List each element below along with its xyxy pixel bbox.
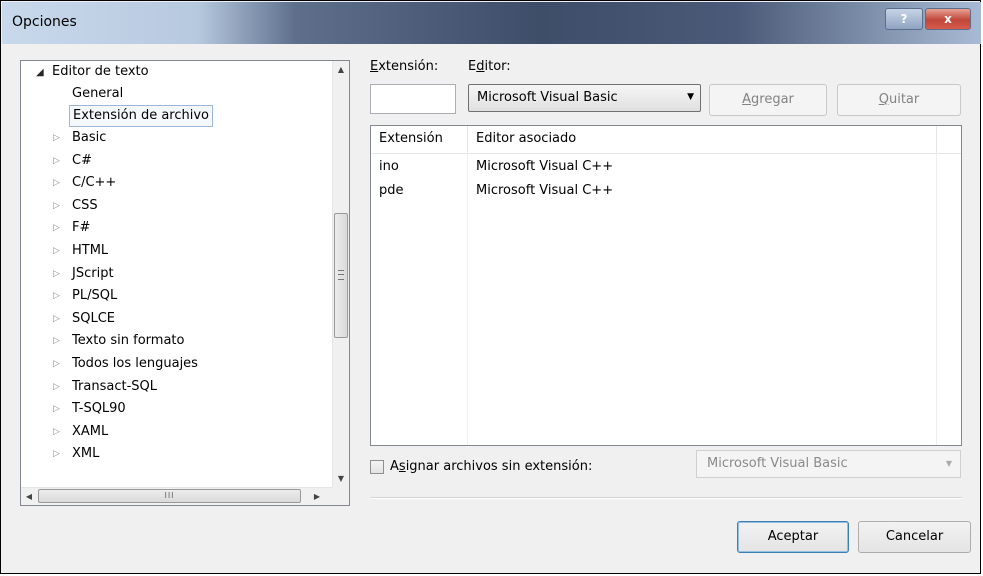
collapsed-arrow-icon[interactable]: ▷ (53, 201, 60, 211)
list-cell-editor: Microsoft Visual C++ (476, 159, 614, 174)
grip-icon (338, 270, 344, 280)
extension-label: Extensión: (370, 59, 439, 74)
list-cell-extension: ino (379, 159, 399, 174)
separator (370, 497, 962, 499)
add-button[interactable]: Agregar (709, 84, 827, 116)
collapsed-arrow-icon[interactable]: ▷ (53, 291, 60, 301)
dropdown-arrow-icon: ▼ (687, 92, 694, 102)
tree-item-language[interactable]: CSS (72, 195, 98, 217)
window-title: Opciones (12, 14, 77, 30)
extension-input[interactable] (370, 84, 456, 114)
column-header-extension[interactable]: Extensión (371, 126, 468, 153)
scroll-down-icon[interactable]: ▼ (333, 470, 349, 487)
tree-item-general[interactable]: General (72, 83, 123, 105)
collapsed-arrow-icon[interactable]: ▷ (53, 156, 60, 166)
tree-item-language[interactable]: HTML (72, 240, 108, 262)
collapsed-arrow-icon[interactable]: ▷ (53, 314, 60, 324)
no-extension-editor-value: Microsoft Visual Basic (707, 456, 848, 471)
scroll-right-icon[interactable]: ▶ (309, 488, 325, 505)
expanded-arrow-icon[interactable]: ◢ (36, 67, 44, 78)
tree-horizontal-scrollbar[interactable]: ◀ III ▶ (21, 487, 333, 505)
column-header-editor[interactable]: Editor asociado (468, 126, 937, 153)
editor-select-value: Microsoft Visual Basic (477, 90, 618, 105)
tree-item-language[interactable]: PL/SQL (72, 285, 117, 307)
cancel-button[interactable]: Cancelar (858, 521, 971, 553)
collapsed-arrow-icon[interactable]: ▷ (53, 382, 60, 392)
list-header: Extensión Editor asociado (371, 126, 961, 154)
column-divider (467, 153, 468, 445)
collapsed-arrow-icon[interactable]: ▷ (53, 359, 60, 369)
editor-select[interactable]: Microsoft Visual Basic ▼ (468, 84, 701, 112)
collapsed-arrow-icon[interactable]: ▷ (53, 133, 60, 143)
tree-item-language[interactable]: XAML (72, 421, 108, 443)
tree-item-language[interactable]: Transact-SQL (72, 376, 157, 398)
column-divider (936, 153, 937, 445)
no-extension-editor-select[interactable]: Microsoft Visual Basic ▼ (696, 450, 961, 478)
tree-item-language[interactable]: Texto sin formato (72, 330, 184, 352)
close-icon: x (944, 12, 952, 26)
tree-item-language[interactable]: T-SQL90 (72, 398, 126, 420)
tree-item-language[interactable]: C# (72, 150, 92, 172)
hscroll-thumb[interactable]: III (38, 489, 301, 503)
title-buttons: ? x (885, 8, 971, 30)
tree-item-language[interactable]: Basic (72, 127, 106, 149)
collapsed-arrow-icon[interactable]: ▷ (53, 427, 60, 437)
tree-item-language[interactable]: SQLCE (72, 308, 115, 330)
tree-item-language[interactable]: F# (72, 217, 90, 239)
tree-item-language[interactable]: C/C++ (72, 172, 116, 194)
editor-label: Editor: (468, 59, 511, 74)
remove-button[interactable]: Quitar (837, 84, 961, 116)
collapsed-arrow-icon[interactable]: ▷ (53, 336, 60, 346)
scroll-up-icon[interactable]: ▲ (333, 61, 349, 78)
collapsed-arrow-icon[interactable]: ▷ (53, 404, 60, 414)
dialog-client-area: ◢ Editor de texto General Extensión de a… (10, 44, 973, 571)
tree-item-language[interactable]: XML (72, 443, 99, 465)
collapsed-arrow-icon[interactable]: ▷ (53, 223, 60, 233)
tree-list: ◢ Editor de texto General Extensión de a… (21, 61, 333, 487)
ok-button[interactable]: Aceptar (737, 521, 849, 553)
scroll-corner (332, 487, 349, 505)
title-bar[interactable]: Opciones ? x (2, 2, 981, 44)
tree-item-language[interactable]: Todos los lenguajes (72, 353, 198, 375)
help-button[interactable]: ? (885, 8, 923, 30)
list-cell-editor: Microsoft Visual C++ (476, 183, 614, 198)
tree-item-extension-de-archivo[interactable]: Extensión de archivo (69, 105, 214, 127)
help-icon: ? (900, 12, 908, 26)
no-extension-checkbox[interactable] (370, 460, 384, 474)
collapsed-arrow-icon[interactable]: ▷ (53, 269, 60, 279)
tree-item-language[interactable]: JScript (72, 263, 114, 285)
collapsed-arrow-icon[interactable]: ▷ (53, 449, 60, 459)
options-dialog: Opciones ? x ◢ Editor de texto General E… (0, 0, 981, 574)
extension-list[interactable]: Extensión Editor asociado ino Microsoft V… (370, 125, 962, 446)
tree-item-editor-de-texto[interactable]: Editor de texto (52, 61, 149, 83)
scroll-left-icon[interactable]: ◀ (21, 488, 37, 505)
collapsed-arrow-icon[interactable]: ▷ (53, 246, 60, 256)
list-cell-extension: pde (379, 183, 404, 198)
close-button[interactable]: x (925, 8, 971, 30)
dropdown-arrow-icon: ▼ (945, 459, 952, 468)
scroll-thumb[interactable] (334, 213, 348, 338)
tree-vertical-scrollbar[interactable]: ▲ ▼ (332, 61, 349, 487)
options-tree[interactable]: ◢ Editor de texto General Extensión de a… (20, 60, 350, 506)
no-extension-label[interactable]: Asignar archivos sin extensión: (390, 459, 592, 474)
collapsed-arrow-icon[interactable]: ▷ (53, 178, 60, 188)
